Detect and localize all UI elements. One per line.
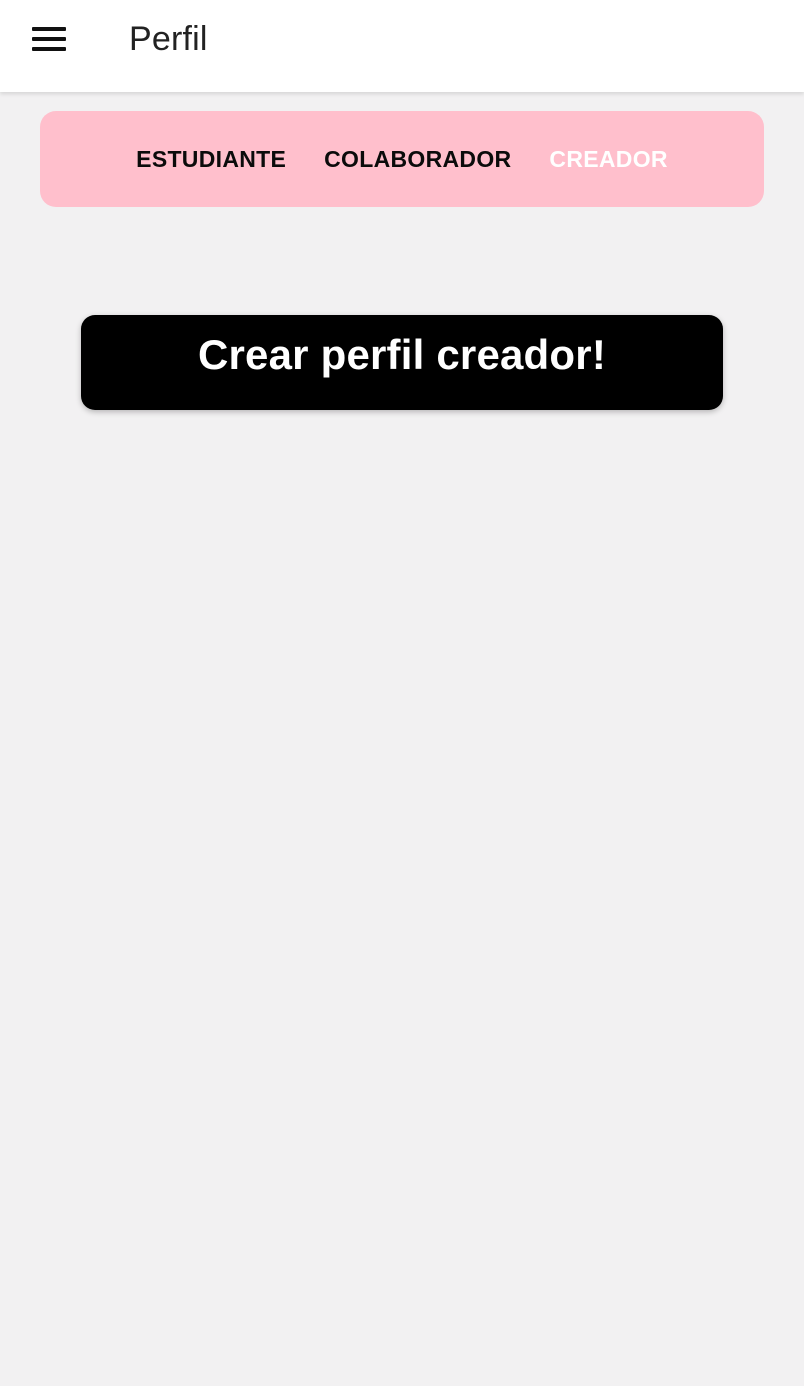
app-bar: Perfil [0, 0, 804, 92]
tab-colaborador[interactable]: COLABORADOR [324, 144, 511, 174]
create-creator-profile-button[interactable]: Crear perfil creador! [81, 315, 723, 410]
menu-button[interactable] [20, 18, 78, 60]
menu-icon-line [32, 37, 66, 41]
menu-icon-line [32, 27, 66, 31]
tab-estudiante[interactable]: ESTUDIANTE [136, 144, 286, 174]
hamburger-menu-icon [32, 27, 66, 51]
profile-tab-bar: ESTUDIANTE COLABORADOR CREADOR [40, 111, 764, 207]
menu-icon-line [32, 47, 66, 51]
page-title: Perfil [129, 20, 208, 58]
tab-creador[interactable]: CREADOR [549, 144, 667, 174]
